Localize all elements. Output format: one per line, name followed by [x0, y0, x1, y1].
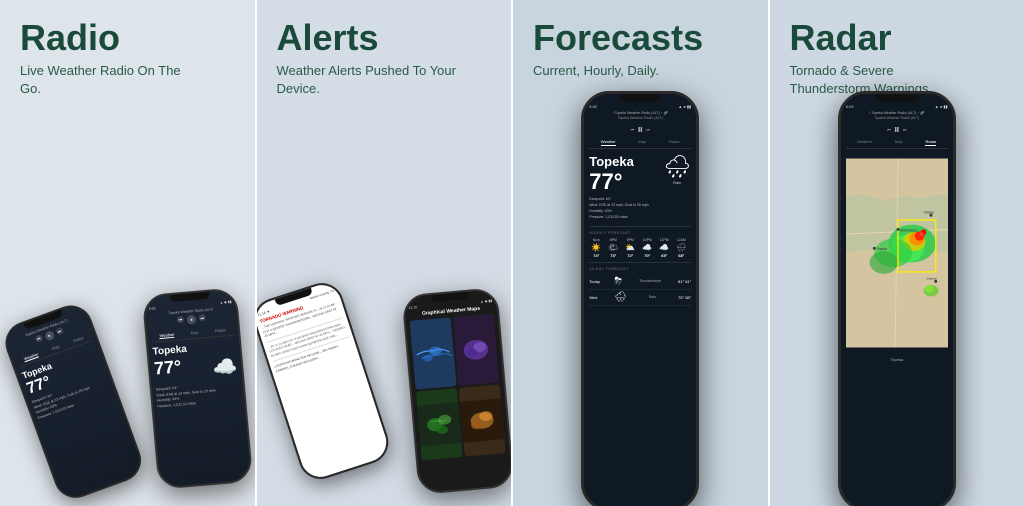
- radar-city: Topeka: [846, 357, 948, 362]
- svg-text:Topeka: Topeka: [876, 247, 887, 251]
- radio-phone-front: 6:02 ▲ ◆ ▮▮ Topeka Weather Radio (ALT) ⏮…: [141, 287, 253, 490]
- hourly-label: HOURLY FORECAST: [589, 226, 691, 235]
- svg-text:Manhattan: Manhattan: [900, 228, 918, 232]
- forecast-station2: Topeka Weather Radio (ALT): [589, 116, 691, 120]
- alerts-title: Alerts: [277, 18, 379, 58]
- radar-time: 6:03: [846, 104, 854, 109]
- forecast-station: Topeka Weather Radio (ALT): [615, 111, 660, 115]
- forecast-city: Topeka: [589, 154, 634, 169]
- forecasts-subtitle: Current, Hourly, Daily.: [533, 62, 659, 80]
- svg-text:Ottawa: Ottawa: [923, 210, 934, 214]
- alerts-subtitle: Weather Alerts Pushed To Your Device.: [277, 62, 457, 98]
- radar-title: Radar: [790, 18, 892, 58]
- front-time: 6:02: [148, 306, 155, 311]
- radar-phone: 6:03 ▲ ● ▮▮ ‹ Topeka Weather Radio (ALT)…: [838, 91, 956, 506]
- forecast-condition: Rain: [663, 180, 691, 185]
- radio-panel: Radio Live Weather Radio On The Go. Tope…: [0, 0, 255, 506]
- forecast-pressure: Pressure: 1,012.53 mbar: [589, 215, 691, 221]
- svg-text:Chanute: Chanute: [926, 276, 937, 280]
- forecast-phone: 6:02 ▲ ● ▮▮ ‹ Topeka Weather Radio (ALT)…: [581, 91, 699, 506]
- radar-station2: Topeka Weather Radio (ALT): [846, 116, 948, 120]
- radar-station: Topeka Weather Radio (ALT): [871, 111, 916, 115]
- radar-panel: Radar Tornado & Severe Thunderstorm Warn…: [770, 0, 1024, 506]
- radio-phone-back: Topeka Weather Radio (ALT) ⏮ ⏸ ⏭ Weather…: [0, 299, 147, 504]
- forecast-temp: 77°: [589, 169, 634, 195]
- alert-phone-map: 11:15 ▲ ◆ ▮▮ Graphical Weather Maps: [401, 287, 511, 495]
- radio-subtitle: Live Weather Radio On The Go.: [20, 62, 200, 98]
- radio-title: Radio: [20, 18, 120, 58]
- alerts-panel: Alerts Weather Alerts Pushed To Your Dev…: [257, 0, 512, 506]
- daily-label: 10-DAY FORECAST: [589, 262, 691, 271]
- forecasts-panel: Forecasts Current, Hourly, Daily. 6:02 ▲…: [513, 0, 768, 506]
- front-temp: 77°: [153, 356, 182, 379]
- forecasts-title: Forecasts: [533, 18, 703, 58]
- alert-phone-back: 11:15 ▼ Benton County, TN TORNADO WARNIN…: [257, 277, 394, 484]
- forecast-time: 6:02: [589, 104, 597, 109]
